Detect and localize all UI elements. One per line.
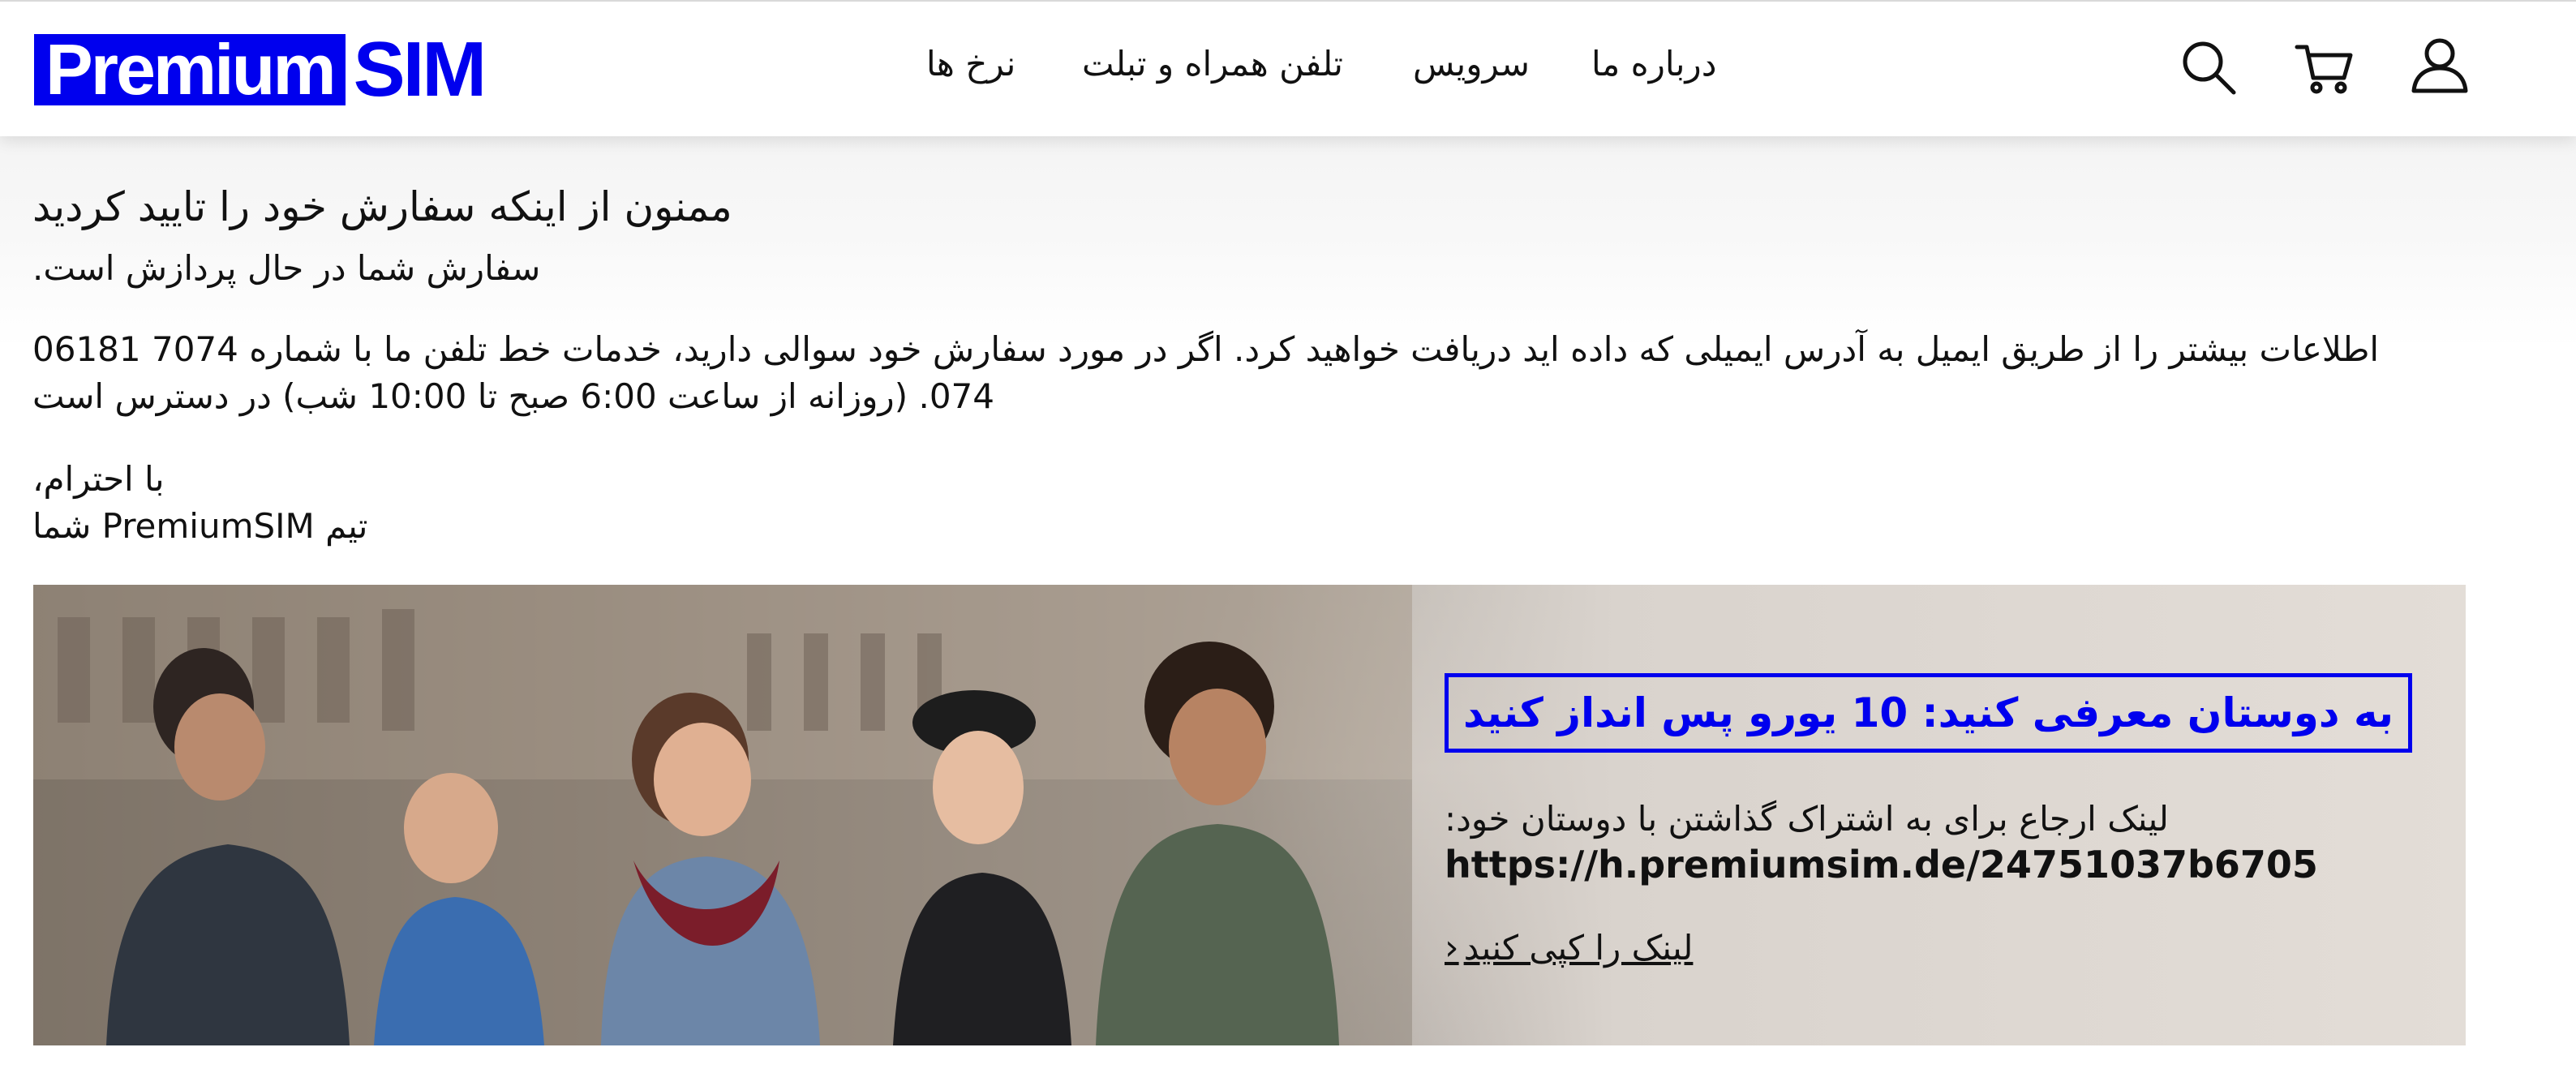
info-text-line-2: 074. (روزانه از ساعت 6:00 صبح تا 10:00 ش… — [32, 376, 994, 416]
logo-premium: Premium — [34, 29, 346, 109]
page-title: ممنون از اینکه سفارش خود را تایید کردید — [32, 183, 732, 230]
friends-photo — [33, 585, 1412, 1045]
team-signature: تیم PremiumSIM شما — [32, 506, 368, 546]
cart-icon[interactable] — [2292, 36, 2357, 101]
chevron-left-icon: ‹ — [1445, 927, 1459, 968]
info-text-line-1: اطلاعات بیشتر را از طریق ایمیل به آدرس ا… — [32, 329, 2380, 369]
content: ممنون از اینکه سفارش خود را تایید کردید … — [0, 136, 2576, 1086]
regards-text: با احترام، — [32, 459, 165, 499]
page: Premium SIM درباره ما سرویس تلفن همراه و… — [0, 0, 2576, 1086]
logo-sim: SIM — [353, 26, 487, 113]
referral-banner: به دوستان معرفی کنید: 10 یورو پس انداز ک… — [33, 585, 2466, 1045]
copy-link-label: لینک را کپی کنید — [1463, 928, 1694, 968]
nav-rates[interactable]: نرخ ها — [926, 44, 1015, 84]
order-status-text: سفارش شما در حال پردازش است. — [32, 248, 541, 288]
referral-link[interactable]: https://h.premiumsim.de/24751037b6705 — [1445, 843, 2318, 886]
copy-link-button[interactable]: لینک را کپی کنید ‹ — [1445, 927, 1693, 968]
promo-title: به دوستان معرفی کنید: 10 یورو پس انداز ک… — [1445, 673, 2413, 753]
header: Premium SIM درباره ما سرویس تلفن همراه و… — [0, 0, 2576, 136]
search-icon[interactable] — [2177, 36, 2242, 101]
user-icon[interactable] — [2407, 32, 2472, 97]
logo[interactable]: Premium SIM — [34, 26, 487, 113]
nav-service[interactable]: سرویس — [1413, 44, 1530, 84]
nav-about[interactable]: درباره ما — [1591, 44, 1716, 84]
referral-label: لینک ارجاع برای به اشتراک گذاشتن با دوست… — [1445, 799, 2169, 839]
nav-phones-tablets[interactable]: تلفن همراه و تبلت — [1082, 44, 1343, 84]
